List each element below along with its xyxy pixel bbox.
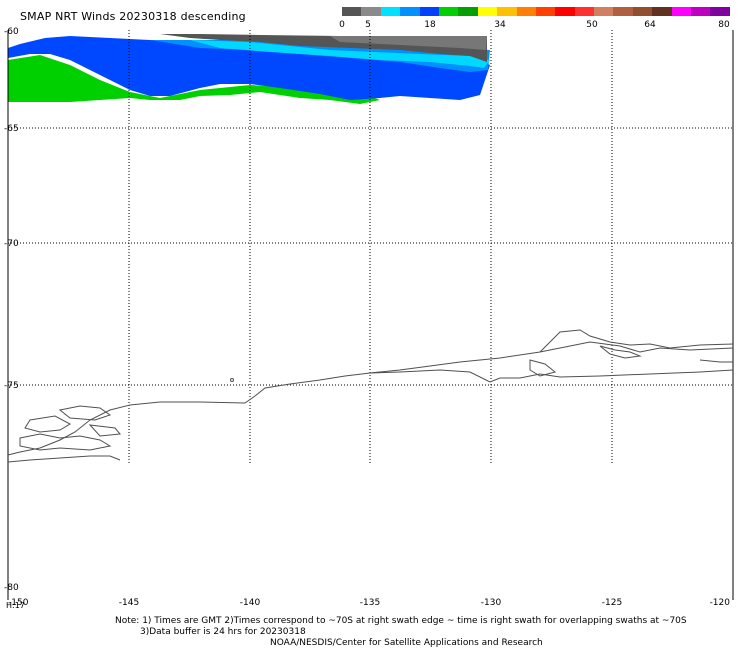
coastline-islet bbox=[230, 378, 234, 382]
note-line-3: NOAA/NESDIS/Center for Satellite Applica… bbox=[270, 638, 543, 648]
coastline-shelf bbox=[369, 369, 734, 383]
longitude-label: -120 bbox=[710, 598, 731, 608]
map-canvas: -60-65-70-75-80 -150 -145 -140 -135 -130 -125… bbox=[4, 27, 734, 610]
coastline-bay bbox=[529, 359, 557, 377]
note-line-1: Note: 1) Times are GMT 2)Times correspon… bbox=[115, 616, 687, 626]
coastline-interior bbox=[7, 455, 121, 463]
longitude-label: -125 bbox=[602, 598, 622, 608]
latitude-label: -75 bbox=[4, 381, 19, 391]
coastline-peninsula bbox=[539, 329, 734, 353]
note-line-2: 3)Data buffer is 24 hrs for 20230318 bbox=[140, 627, 306, 637]
wind-swath bbox=[8, 34, 490, 104]
longitude-label: -130 bbox=[481, 598, 502, 608]
longitude-label: -140 bbox=[240, 598, 261, 608]
longitude-label: -135 bbox=[360, 598, 380, 608]
time-label: H:17 bbox=[6, 601, 25, 610]
longitude-label: -145 bbox=[119, 598, 139, 608]
latitude-gridlines bbox=[8, 127, 733, 386]
latitude-labels: -60 -65 -70 -75 -80 bbox=[4, 27, 19, 593]
latitude-label: -60 bbox=[4, 27, 19, 37]
latitude-label: -65 bbox=[4, 124, 19, 134]
latitude-label: -70 bbox=[4, 239, 19, 249]
longitude-labels: -150 -145 -140 -135 -130 -125 -120 bbox=[8, 598, 730, 608]
latitude-label: -80 bbox=[4, 583, 19, 593]
